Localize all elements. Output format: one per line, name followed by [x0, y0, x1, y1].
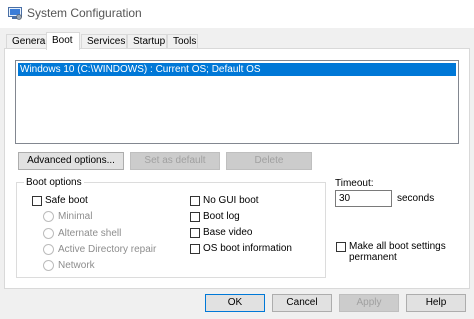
checkbox-box[interactable]: [190, 243, 200, 254]
delete-button[interactable]: Delete: [226, 152, 312, 170]
radio-circle[interactable]: [43, 244, 54, 255]
seconds-label: seconds: [397, 193, 435, 204]
timeout-label: Timeout:: [335, 178, 374, 189]
system-configuration-icon: [8, 7, 22, 20]
advanced-options-button[interactable]: Advanced options...: [18, 152, 124, 170]
no-gui-boot-label: No GUI boot: [203, 195, 259, 206]
help-button[interactable]: Help: [406, 294, 466, 312]
network-radio[interactable]: Network: [43, 260, 95, 271]
active-directory-repair-radio[interactable]: Active Directory repair: [43, 244, 156, 255]
title-bar: System Configuration: [0, 0, 474, 28]
safe-boot-label: Safe boot: [45, 195, 88, 206]
minimal-radio[interactable]: Minimal: [43, 211, 92, 222]
checkbox-box[interactable]: [190, 227, 200, 238]
checkbox-box[interactable]: [32, 195, 42, 206]
checkbox-box[interactable]: [190, 195, 200, 206]
alternate-shell-radio[interactable]: Alternate shell: [43, 228, 121, 239]
tab-tools[interactable]: Tools: [167, 34, 198, 49]
tab-services[interactable]: Services: [81, 34, 127, 49]
safe-boot-checkbox[interactable]: Safe boot: [32, 195, 88, 206]
os-boot-information-checkbox[interactable]: OS boot information: [190, 243, 292, 254]
ok-button[interactable]: OK: [205, 294, 265, 312]
set-as-default-button[interactable]: Set as default: [130, 152, 220, 170]
tab-startup[interactable]: Startup: [127, 34, 167, 49]
cancel-button[interactable]: Cancel: [272, 294, 332, 312]
os-boot-information-label: OS boot information: [203, 243, 292, 254]
checkbox-box[interactable]: [190, 211, 200, 222]
make-permanent-checkbox[interactable]: Make all boot settings permanent: [336, 241, 449, 263]
tab-boot[interactable]: Boot: [46, 32, 80, 50]
no-gui-boot-checkbox[interactable]: No GUI boot: [190, 195, 259, 206]
base-video-checkbox[interactable]: Base video: [190, 227, 252, 238]
radio-circle[interactable]: [43, 228, 54, 239]
alternate-shell-label: Alternate shell: [58, 228, 122, 239]
window-title: System Configuration: [27, 6, 142, 20]
boot-options-label: Boot options: [24, 177, 84, 188]
network-label: Network: [58, 260, 95, 271]
boot-log-checkbox[interactable]: Boot log: [190, 211, 240, 222]
base-video-label: Base video: [203, 227, 253, 238]
radio-circle[interactable]: [43, 211, 54, 222]
tab-general[interactable]: General: [6, 34, 48, 49]
os-list-item[interactable]: Windows 10 (C:\WINDOWS) : Current OS; De…: [18, 63, 456, 76]
checkbox-box[interactable]: [336, 242, 346, 252]
tab-bar: General Boot Services Startup Tools: [0, 32, 474, 50]
apply-button[interactable]: Apply: [339, 294, 399, 312]
timeout-input[interactable]: 30: [335, 190, 392, 207]
minimal-label: Minimal: [58, 211, 93, 222]
os-list[interactable]: Windows 10 (C:\WINDOWS) : Current OS; De…: [15, 60, 459, 144]
boot-log-label: Boot log: [203, 211, 240, 222]
active-directory-repair-label: Active Directory repair: [58, 244, 157, 255]
radio-circle[interactable]: [43, 260, 54, 271]
make-permanent-label: Make all boot settings permanent: [349, 241, 446, 263]
